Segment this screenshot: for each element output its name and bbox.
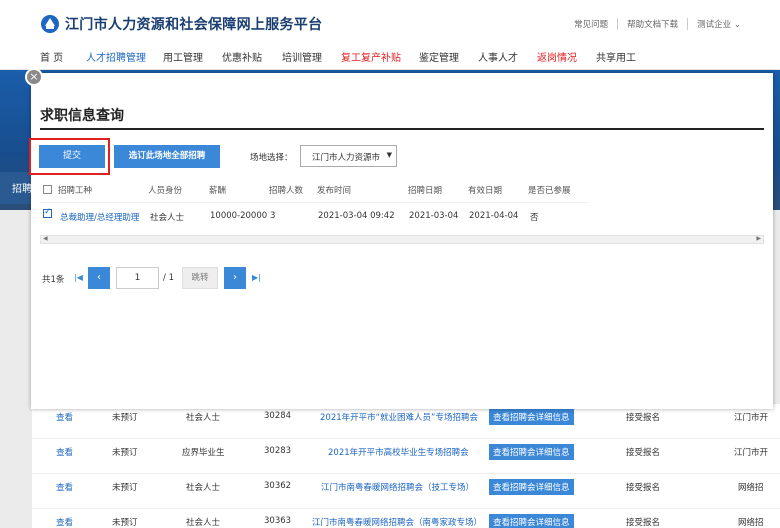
table-row: 查看 未预订 社会人士 30284 2021年开平市“就业困难人员”专场招聘会 … [32, 404, 780, 439]
header-divider [40, 202, 588, 203]
mode-cell: 接受报名 [626, 483, 661, 493]
code-cell: 30284 [264, 411, 292, 421]
count-cell: 3 [270, 211, 276, 221]
submit-button[interactable]: 提交 [39, 145, 105, 168]
jump-button[interactable]: 跳转 [182, 267, 218, 289]
select-all-checkbox[interactable] [43, 185, 52, 194]
chevron-down-icon: ▼ [386, 151, 392, 159]
view-link[interactable]: 查看 [56, 411, 73, 423]
faq-link[interactable]: 常见问题 [565, 18, 617, 30]
account-menu[interactable]: 测试企业 ⌄ [687, 18, 750, 30]
place-cell: 网络招 [738, 518, 764, 528]
page-total: / 1 [163, 273, 174, 283]
salary-cell: 10000-20000 [210, 211, 268, 221]
code-cell: 30362 [264, 481, 292, 491]
col-publish-time: 发布时间 [317, 186, 352, 196]
valid-date-cell: 2021-04-04 [469, 211, 519, 221]
mode-cell: 接受报名 [626, 413, 661, 423]
col-recruit-date: 招聘日期 [408, 186, 443, 196]
top-links: 常见问题 帮助文档下载 测试企业 ⌄ [565, 18, 750, 30]
table-row: 查看 未预订 应界毕业生 30283 2021年开平市高校毕业生专场招聘会 查看… [32, 439, 780, 474]
place-cell: 江门市开 [734, 413, 769, 423]
fair-title-link[interactable]: 江门市南粤春暖网络招聘会（技工专场） [321, 481, 474, 493]
modal-title: 求职信息查询 [40, 108, 124, 124]
view-link[interactable]: 查看 [56, 481, 73, 493]
next-page-button[interactable]: › [224, 267, 246, 289]
nav-employment[interactable]: 用工管理 [163, 49, 203, 70]
attended-cell: 否 [530, 213, 539, 223]
identity-cell: 应界毕业生 [182, 448, 225, 458]
help-doc-link[interactable]: 帮助文档下载 [617, 18, 687, 30]
col-job: 招聘工种 [58, 186, 93, 196]
page-number-input[interactable]: 1 [116, 267, 159, 289]
venue-select[interactable]: 江门市人力资源市 ▼ [300, 145, 397, 167]
nav-return-status[interactable]: 返岗情况 [537, 49, 577, 70]
view-link[interactable]: 查看 [56, 516, 73, 528]
background-job-fair-table: 查看 未预订 社会人士 30284 2021年开平市“就业困难人员”专场招聘会 … [32, 404, 780, 528]
reserve-status: 未预订 [112, 448, 138, 458]
reserve-status: 未预订 [112, 518, 138, 528]
fair-detail-button[interactable]: 查看招聘会详细信息 [489, 514, 574, 528]
nav-hr-talent[interactable]: 人事人才 [478, 49, 518, 70]
identity-cell: 社会人士 [150, 213, 185, 223]
job-link[interactable]: 总裁助理/总经理助理 [60, 211, 139, 223]
code-cell: 30363 [264, 516, 292, 526]
fair-title-link[interactable]: 2021年开平市“就业困难人员”专场招聘会 [320, 411, 478, 423]
fair-title-link[interactable]: 2021年开平市高校毕业生专场招聘会 [328, 446, 469, 458]
view-link[interactable]: 查看 [56, 446, 73, 458]
main-nav: 首 页 人才招聘管理 用工管理 优惠补贴 培训管理 复工复产补贴 鉴定管理 人事… [0, 44, 780, 72]
place-cell: 网络招 [738, 483, 764, 493]
first-page-icon[interactable]: |◀ [74, 273, 83, 282]
reserve-status: 未预订 [112, 483, 138, 493]
identity-cell: 社会人士 [186, 483, 221, 493]
site-title: 江门市人力资源和社会保障网上服务平台 [65, 17, 323, 33]
reserve-status: 未预订 [112, 413, 138, 423]
nav-home[interactable]: 首 页 [40, 49, 63, 70]
prev-page-button[interactable]: ‹ [88, 267, 110, 289]
mode-cell: 接受报名 [626, 448, 661, 458]
venue-label: 场地选择： [250, 153, 293, 163]
mode-cell: 接受报名 [626, 518, 661, 528]
col-attended: 是否已参展 [528, 186, 571, 196]
top-header: 江门市人力资源和社会保障网上服务平台 常见问题 帮助文档下载 测试企业 ⌄ [0, 0, 780, 44]
last-page-icon[interactable]: ▶| [252, 273, 261, 282]
fair-detail-button[interactable]: 查看招聘会详细信息 [489, 479, 574, 495]
scroll-right-icon[interactable]: ▶ [756, 235, 761, 242]
nav-talent-recruit[interactable]: 人才招聘管理 [86, 49, 146, 72]
nav-training[interactable]: 培训管理 [282, 49, 322, 70]
logo-icon [41, 15, 59, 33]
venue-select-value: 江门市人力资源市 [312, 153, 381, 163]
nav-resume-subsidy[interactable]: 复工复产补贴 [341, 49, 401, 70]
nav-shared-employment[interactable]: 共享用工 [596, 49, 636, 70]
col-count: 招聘人数 [269, 186, 304, 196]
close-icon[interactable]: × [25, 68, 43, 86]
fair-detail-button[interactable]: 查看招聘会详细信息 [489, 444, 574, 460]
table-row: 查看 未预订 社会人士 30363 江门市南粤春暖网络招聘会（南粤家政专场） 查… [32, 509, 780, 528]
nav-subsidy[interactable]: 优惠补贴 [222, 49, 262, 70]
recruit-date-cell: 2021-03-04 [409, 211, 459, 221]
col-identity: 人员身份 [148, 186, 183, 196]
fair-detail-button[interactable]: 查看招聘会详细信息 [489, 409, 574, 425]
side-tab[interactable]: 招聘 [0, 172, 34, 204]
col-valid-date: 有效日期 [468, 186, 503, 196]
code-cell: 30283 [264, 446, 292, 456]
fair-title-link[interactable]: 江门市南粤春暖网络招聘会（南粤家政专场） [312, 516, 482, 528]
nav-appraisal[interactable]: 鉴定管理 [419, 49, 459, 70]
title-divider [40, 128, 764, 130]
publish-time-cell: 2021-03-04 09:42 [318, 211, 395, 221]
table-row: 查看 未预订 社会人士 30362 江门市南粤春暖网络招聘会（技工专场） 查看招… [32, 474, 780, 509]
total-count: 共1条 [42, 275, 65, 285]
identity-cell: 社会人士 [186, 518, 221, 528]
identity-cell: 社会人士 [186, 413, 221, 423]
place-cell: 江门市开 [734, 448, 769, 458]
row-checkbox[interactable] [43, 207, 52, 218]
scroll-left-icon[interactable]: ◀ [43, 235, 48, 242]
select-all-venue-button[interactable]: 选订此场地全部招聘 [114, 145, 220, 168]
horizontal-scrollbar[interactable]: ◀ ▶ [40, 235, 764, 244]
col-salary: 薪酬 [209, 186, 227, 196]
